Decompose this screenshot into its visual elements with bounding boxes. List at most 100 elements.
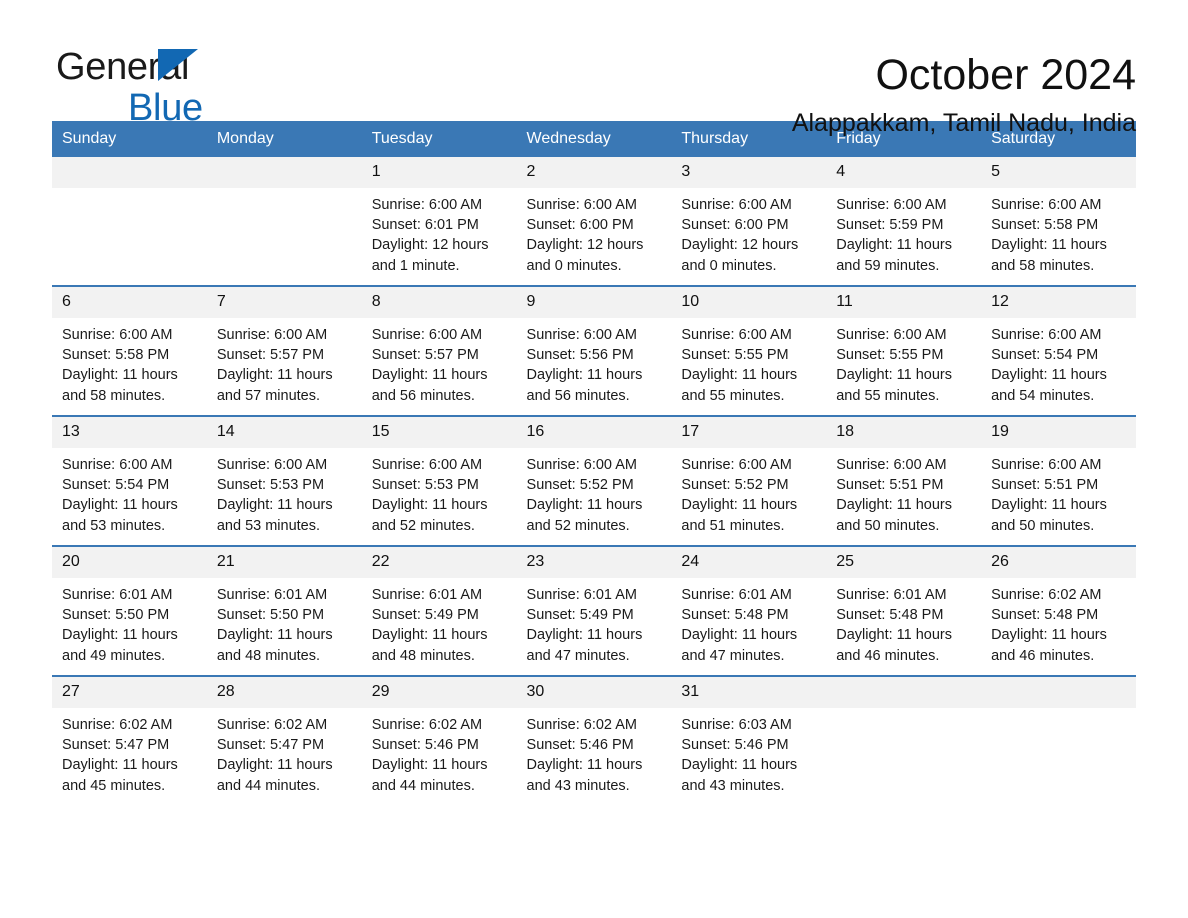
day-info-sunrise: Sunrise: 6:01 AM (62, 587, 173, 603)
calendar-day-cell[interactable]: 10 Sunrise: 6:00 AM Sunset: 5:55 PM Dayligh… (671, 285, 827, 416)
day-info-sunset: Sunset: 5:54 PM (62, 477, 170, 494)
day-info-daylight2: and 1 minute. (371, 257, 460, 274)
day-info-daylight1: Daylight: 11 hours (216, 757, 333, 774)
day-info-sunrise: Sunrise: 6:00 AM (216, 457, 328, 473)
day-info-daylight2: and 54 minutes. (991, 387, 1095, 404)
day-cell-body: 12 Sunrise: 6:00 AM Sunset: 5:54 PM Dayligh… (981, 287, 1136, 415)
day-info-daylight2: and 47 minutes. (681, 647, 785, 664)
day-sun-info: Sunrise: 6:01 AM Sunset: 5:49 PM Daylight:… (517, 578, 672, 666)
day-sun-info: Sunrise: 6:00 AM Sunset: 5:58 PM Daylight:… (981, 188, 1136, 276)
day-cell-body: 1 Sunrise: 6:00 AM Sunset: 6:01 PM Daylight… (361, 157, 517, 285)
day-sun-info: Sunrise: 6:01 AM Sunset: 5:48 PM Daylight:… (671, 578, 826, 666)
day-info-sunrise: Sunrise: 6:03 AM (681, 717, 792, 733)
day-sun-info: Sunrise: 6:02 AM Sunset: 5:48 PM Daylight:… (981, 578, 1136, 666)
calendar-day-cell[interactable]: 14 Sunrise: 6:00 AM Sunset: 5:53 PM Dayligh… (206, 415, 362, 546)
day-sun-info: Sunrise: 6:00 AM Sunset: 6:01 PM Daylight:… (362, 188, 517, 276)
calendar-day-cell[interactable]: 28 Sunrise: 6:02 AM Sunset: 5:47 PM Dayligh… (206, 675, 362, 805)
day-sun-info: Sunrise: 6:01 AM Sunset: 5:49 PM Daylight:… (362, 578, 517, 666)
calendar-day-cell[interactable]: 26 Sunrise: 6:02 AM Sunset: 5:48 PM Dayligh… (981, 545, 1136, 676)
calendar-day-cell[interactable]: 19 Sunrise: 6:00 AM Sunset: 5:51 PM Dayligh… (981, 415, 1136, 546)
calendar-day-cell[interactable]: 11 Sunrise: 6:00 AM Sunset: 5:55 PM Dayligh… (826, 285, 982, 416)
calendar-day-cell[interactable]: 30 Sunrise: 6:02 AM Sunset: 5:46 PM Dayligh… (516, 675, 672, 805)
day-info-daylight1: Daylight: 11 hours (216, 367, 333, 384)
day-info-sunset: Sunset: 5:49 PM (526, 607, 634, 624)
day-number: 17 (671, 417, 827, 448)
day-info-daylight2: and 44 minutes. (371, 777, 475, 794)
day-info-daylight1: Daylight: 11 hours (62, 757, 178, 774)
day-info-daylight1: Daylight: 12 hours (526, 237, 644, 254)
day-info-daylight1: Daylight: 11 hours (371, 627, 488, 644)
calendar-day-cell[interactable]: 24 Sunrise: 6:01 AM Sunset: 5:48 PM Dayligh… (671, 545, 827, 676)
day-info-daylight2: and 59 minutes. (836, 257, 940, 274)
day-info-sunrise: Sunrise: 6:00 AM (991, 327, 1102, 343)
day-number: 27 (52, 677, 207, 708)
day-info-daylight2: and 43 minutes. (526, 777, 630, 794)
day-info-sunrise: Sunrise: 6:00 AM (371, 327, 483, 343)
day-info-sunset: Sunset: 6:01 PM (371, 217, 479, 234)
calendar-day-cell[interactable]: 12 Sunrise: 6:00 AM Sunset: 5:54 PM Dayligh… (981, 285, 1136, 416)
day-number: 10 (671, 287, 827, 318)
calendar-day-cell[interactable]: 6 Sunrise: 6:00 AM Sunset: 5:58 PM Daylight… (52, 285, 207, 416)
calendar-day-cell[interactable]: 25 Sunrise: 6:01 AM Sunset: 5:48 PM Dayligh… (826, 545, 982, 676)
day-info-daylight2: and 46 minutes. (991, 647, 1095, 664)
calendar-day-cell[interactable]: 16 Sunrise: 6:00 AM Sunset: 5:52 PM Dayligh… (516, 415, 672, 546)
calendar-week-row: 13 Sunrise: 6:00 AM Sunset: 5:54 PM Dayligh… (52, 415, 1136, 546)
day-sun-info: Sunrise: 6:00 AM Sunset: 5:57 PM Daylight:… (362, 318, 517, 406)
calendar-day-cell[interactable]: 27 Sunrise: 6:02 AM Sunset: 5:47 PM Dayligh… (52, 675, 207, 805)
day-cell-body: 6 Sunrise: 6:00 AM Sunset: 5:58 PM Daylight… (52, 287, 207, 415)
calendar-day-cell[interactable]: 1 Sunrise: 6:00 AM Sunset: 6:01 PM Daylight… (361, 157, 517, 286)
day-cell-body: 7 Sunrise: 6:00 AM Sunset: 5:57 PM Daylight… (206, 287, 362, 415)
day-info-daylight2: and 53 minutes. (62, 517, 166, 534)
calendar-day-cell[interactable]: 2 Sunrise: 6:00 AM Sunset: 6:00 PM Daylight… (516, 157, 672, 286)
calendar-day-cell[interactable]: 8 Sunrise: 6:00 AM Sunset: 5:57 PM Daylight… (361, 285, 517, 416)
day-sun-info: Sunrise: 6:00 AM Sunset: 5:58 PM Daylight:… (52, 318, 207, 406)
day-info-sunrise: Sunrise: 6:00 AM (836, 327, 947, 343)
calendar-day-cell[interactable]: 29 Sunrise: 6:02 AM Sunset: 5:46 PM Dayligh… (361, 675, 517, 805)
day-info-daylight2: and 50 minutes. (836, 517, 940, 534)
day-number: 23 (516, 547, 672, 578)
day-number: 16 (516, 417, 672, 448)
day-info-daylight1: Daylight: 12 hours (681, 237, 799, 254)
calendar-day-cell[interactable]: 17 Sunrise: 6:00 AM Sunset: 5:52 PM Dayligh… (671, 415, 827, 546)
day-info-sunset: Sunset: 5:48 PM (836, 607, 944, 624)
day-info-sunrise: Sunrise: 6:00 AM (836, 457, 947, 473)
day-sun-info: Sunrise: 6:00 AM Sunset: 5:55 PM Daylight:… (671, 318, 826, 406)
day-info-sunset: Sunset: 5:47 PM (62, 737, 170, 754)
day-number: 4 (826, 157, 982, 188)
calendar-day-cell[interactable]: 13 Sunrise: 6:00 AM Sunset: 5:54 PM Dayligh… (52, 415, 207, 546)
calendar-day-cell[interactable]: 9 Sunrise: 6:00 AM Sunset: 5:56 PM Daylight… (516, 285, 672, 416)
day-sun-info: Sunrise: 6:00 AM Sunset: 5:51 PM Daylight:… (826, 448, 981, 536)
calendar-day-cell[interactable]: 15 Sunrise: 6:00 AM Sunset: 5:53 PM Dayligh… (361, 415, 517, 546)
day-cell-body (981, 677, 1136, 805)
generalblue-logo[interactable]: General Blue (56, 48, 316, 128)
calendar-day-cell[interactable]: 23 Sunrise: 6:01 AM Sunset: 5:49 PM Dayligh… (516, 545, 672, 676)
day-info-daylight1: Daylight: 11 hours (371, 757, 488, 774)
calendar-day-cell[interactable]: 31 Sunrise: 6:03 AM Sunset: 5:46 PM Dayligh… (671, 675, 827, 805)
day-info-sunset: Sunset: 5:53 PM (216, 477, 325, 494)
calendar-day-cell[interactable]: 21 Sunrise: 6:01 AM Sunset: 5:50 PM Dayligh… (206, 545, 362, 676)
calendar-day-cell[interactable]: 22 Sunrise: 6:01 AM Sunset: 5:49 PM Dayligh… (361, 545, 517, 676)
day-info-daylight1: Daylight: 11 hours (62, 367, 178, 384)
calendar-day-cell[interactable]: 3 Sunrise: 6:00 AM Sunset: 6:00 PM Daylight… (671, 157, 827, 286)
day-info-sunrise: Sunrise: 6:00 AM (991, 197, 1102, 213)
calendar-day-cell[interactable]: 7 Sunrise: 6:00 AM Sunset: 5:57 PM Daylight… (206, 285, 362, 416)
day-info-sunrise: Sunrise: 6:00 AM (62, 327, 173, 343)
day-number: 13 (52, 417, 207, 448)
day-number: 1 (361, 157, 517, 188)
calendar-table: Sunday Monday Tuesday Wednesday Thursday… (52, 121, 1136, 805)
day-info-daylight2: and 58 minutes. (991, 257, 1095, 274)
day-number: 5 (981, 157, 1136, 188)
day-info-daylight2: and 52 minutes. (526, 517, 630, 534)
day-info-daylight1: Daylight: 11 hours (62, 497, 178, 514)
calendar-day-cell[interactable]: 4 Sunrise: 6:00 AM Sunset: 5:59 PM Daylight… (826, 157, 982, 286)
calendar-day-cell[interactable]: 5 Sunrise: 6:00 AM Sunset: 5:58 PM Daylight… (981, 157, 1136, 286)
calendar-day-cell[interactable]: 20 Sunrise: 6:01 AM Sunset: 5:50 PM Dayligh… (52, 545, 207, 676)
day-number (52, 157, 207, 188)
day-info-sunrise: Sunrise: 6:01 AM (371, 587, 483, 603)
calendar-day-cell[interactable]: 18 Sunrise: 6:00 AM Sunset: 5:51 PM Dayligh… (826, 415, 982, 546)
day-info-daylight1: Daylight: 11 hours (836, 627, 953, 644)
day-number: 2 (516, 157, 672, 188)
day-info-daylight1: Daylight: 11 hours (991, 367, 1107, 384)
day-number: 18 (826, 417, 982, 448)
day-info-sunrise: Sunrise: 6:02 AM (216, 717, 328, 733)
